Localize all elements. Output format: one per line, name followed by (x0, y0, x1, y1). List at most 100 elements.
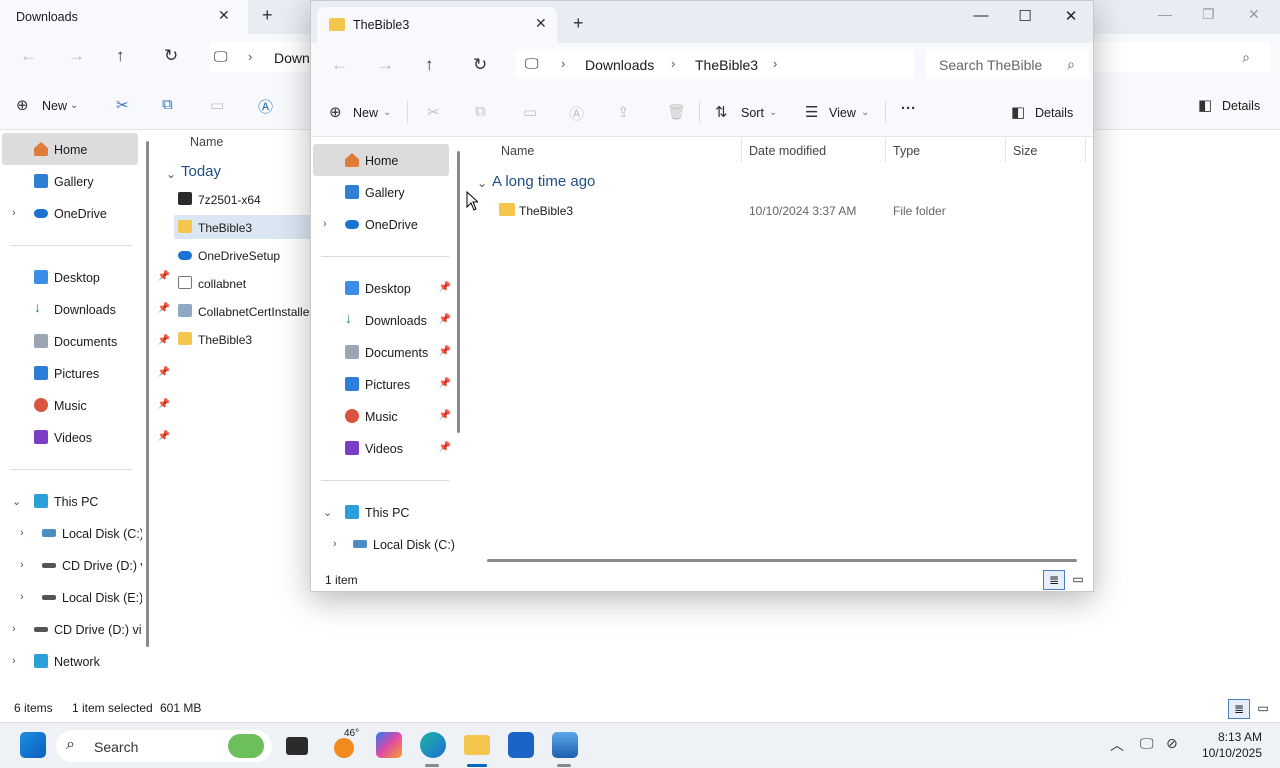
chevron-right-icon[interactable]: › (12, 623, 16, 635)
windows-start-icon[interactable] (20, 732, 46, 758)
chevron-down-icon[interactable]: ⌄ (166, 167, 176, 181)
sidebar-item-home[interactable]: Home (345, 146, 461, 174)
close-window-icon[interactable]: ✕ (1248, 6, 1260, 23)
copy-icon[interactable]: ⧉ (162, 96, 173, 113)
chevron-down-icon[interactable]: ⌄ (70, 100, 78, 111)
column-divider[interactable] (741, 138, 742, 162)
chevron-up-icon[interactable]: ︿ (1110, 735, 1124, 755)
search-icon[interactable]: ⌕ (1242, 49, 1250, 66)
details-view-icon[interactable]: ≣ (1228, 699, 1250, 719)
close-tab-icon[interactable]: ✕ (218, 7, 230, 24)
maximize-icon[interactable]: ☐ (1005, 7, 1045, 25)
chevron-down-icon[interactable]: ⌄ (323, 506, 332, 519)
chevron-right-icon[interactable]: › (20, 527, 24, 539)
copilot-icon[interactable] (376, 732, 402, 758)
column-divider[interactable] (1005, 138, 1006, 162)
sidebar-item-drive-e[interactable]: Local Disk (E:) (42, 583, 142, 611)
sidebar-item-downloads[interactable]: ↓ Downloads 📌 (34, 295, 170, 323)
delete-icon[interactable]: 🗑 (667, 103, 686, 121)
tiles-view-icon[interactable]: ▭ (1067, 570, 1089, 590)
up-icon[interactable]: ↑ (425, 55, 434, 75)
chevron-down-icon[interactable]: ⌄ (861, 107, 869, 118)
sidebar-item-downloads[interactable]: ↓ Downloads 📌 (345, 306, 451, 334)
more-options-icon[interactable]: ··· (901, 100, 916, 117)
paste-icon[interactable]: ▭ (523, 103, 537, 121)
column-divider[interactable] (885, 138, 886, 162)
column-header-date[interactable]: Date modified (749, 144, 826, 158)
sidebar-item-gallery[interactable]: Gallery (34, 167, 170, 195)
breadcrumb-downloads[interactable]: Downloads (585, 57, 654, 73)
tab-downloads[interactable]: Downloads ✕ (0, 0, 248, 34)
chevron-right-icon[interactable]: › (20, 591, 24, 603)
pin-icon[interactable]: 📌 (439, 282, 451, 293)
new-tab-icon[interactable]: + (262, 5, 273, 26)
minimize-icon[interactable]: — (1158, 6, 1172, 22)
sidebar-item-drive-c[interactable]: Local Disk (C:) (353, 530, 457, 558)
sort-icon[interactable]: ⇅ (715, 103, 728, 121)
close-window-icon[interactable]: ✕ (1051, 7, 1091, 25)
sidebar-item-cd-drive-virtual[interactable]: CD Drive (D:) vir (34, 615, 142, 643)
pin-icon[interactable]: 📌 (439, 346, 451, 357)
refresh-icon[interactable]: ↻ (473, 55, 487, 75)
column-header-name[interactable]: Name (190, 135, 223, 149)
group-header[interactable]: A long time ago (492, 173, 595, 190)
list-item[interactable]: collabnet (174, 271, 314, 295)
sidebar-item-music[interactable]: Music 📌 (345, 402, 451, 430)
list-item[interactable]: 7z2501-x64 (174, 187, 314, 211)
view-icon[interactable]: ☰ (805, 103, 818, 121)
new-tab-icon[interactable]: + (573, 13, 584, 34)
chevron-down-icon[interactable]: ⌄ (383, 107, 391, 118)
volume-icon[interactable]: ⊘ (1166, 735, 1178, 752)
sort-button-label[interactable]: Sort (741, 106, 764, 120)
sidebar-item-music[interactable]: Music 📌 (34, 391, 170, 419)
group-header[interactable]: Today (181, 163, 221, 180)
cut-icon[interactable]: ✂ (116, 96, 129, 114)
chevron-down-icon[interactable]: ⌄ (477, 176, 487, 190)
sidebar-item-desktop[interactable]: Desktop 📌 (345, 274, 451, 302)
chevron-right-icon[interactable]: › (773, 56, 777, 71)
new-button-label[interactable]: New (42, 99, 67, 113)
breadcrumb-thebible3[interactable]: TheBible3 (695, 57, 758, 73)
column-divider[interactable] (1085, 138, 1086, 162)
edge-browser-icon[interactable] (420, 732, 446, 758)
sidebar-item-documents[interactable]: Documents 📌 (345, 338, 451, 366)
tab-thebible3[interactable]: TheBible3 ✕ (317, 7, 557, 43)
weather-widget[interactable]: 46° (330, 728, 370, 762)
sidebar-item-cd-drive[interactable]: CD Drive (D:) v (42, 551, 142, 579)
pin-icon[interactable]: 📌 (439, 410, 451, 421)
network-status-icon[interactable]: 🖵 (1140, 735, 1154, 752)
close-tab-icon[interactable]: ✕ (535, 15, 547, 32)
sidebar-item-home[interactable]: Home (34, 135, 170, 163)
details-pane-icon[interactable]: ◧ (1198, 96, 1212, 114)
sidebar-item-videos[interactable]: Videos 📌 (34, 423, 170, 451)
maximize-icon[interactable]: ❐ (1202, 6, 1215, 23)
up-icon[interactable]: ↑ (116, 46, 125, 66)
clock[interactable]: 8:13 AM 10/10/2025 (1202, 729, 1262, 761)
details-button-label[interactable]: Details (1035, 106, 1073, 120)
column-header-size[interactable]: Size (1013, 144, 1037, 158)
app-icon[interactable] (552, 732, 578, 758)
rename-icon[interactable]: Ⓐ (569, 103, 584, 124)
taskbar-search[interactable]: ⌕ Search (56, 730, 272, 762)
chevron-right-icon[interactable]: › (333, 538, 337, 550)
new-icon[interactable]: ⊕ (16, 96, 29, 114)
address-bar[interactable]: 🖵 › Downloads › TheBible3 › (515, 49, 915, 79)
sidebar-scrollbar[interactable] (146, 141, 149, 647)
details-button-label[interactable]: Details (1222, 99, 1260, 113)
back-icon[interactable]: ← (20, 46, 37, 66)
chevron-right-icon[interactable]: › (12, 207, 16, 219)
copy-icon[interactable]: ⧉ (475, 103, 486, 120)
details-pane-icon[interactable]: ◧ (1011, 103, 1025, 121)
sidebar-item-videos[interactable]: Videos 📌 (345, 434, 451, 462)
new-button-label[interactable]: New (353, 106, 378, 120)
sidebar-item-pictures[interactable]: Pictures 📌 (345, 370, 451, 398)
chevron-right-icon[interactable]: › (12, 655, 16, 667)
sidebar-item-this-pc[interactable]: This PC (34, 487, 170, 515)
share-icon[interactable]: ⇪ (617, 103, 630, 121)
column-header-name[interactable]: Name (501, 144, 534, 158)
sidebar-item-pictures[interactable]: Pictures 📌 (34, 359, 170, 387)
list-item[interactable]: TheBible3 (174, 327, 314, 351)
minimize-icon[interactable]: — (961, 7, 1001, 24)
list-item[interactable]: CollabnetCertInstaller (174, 299, 314, 323)
sidebar-scrollbar[interactable] (457, 151, 460, 433)
